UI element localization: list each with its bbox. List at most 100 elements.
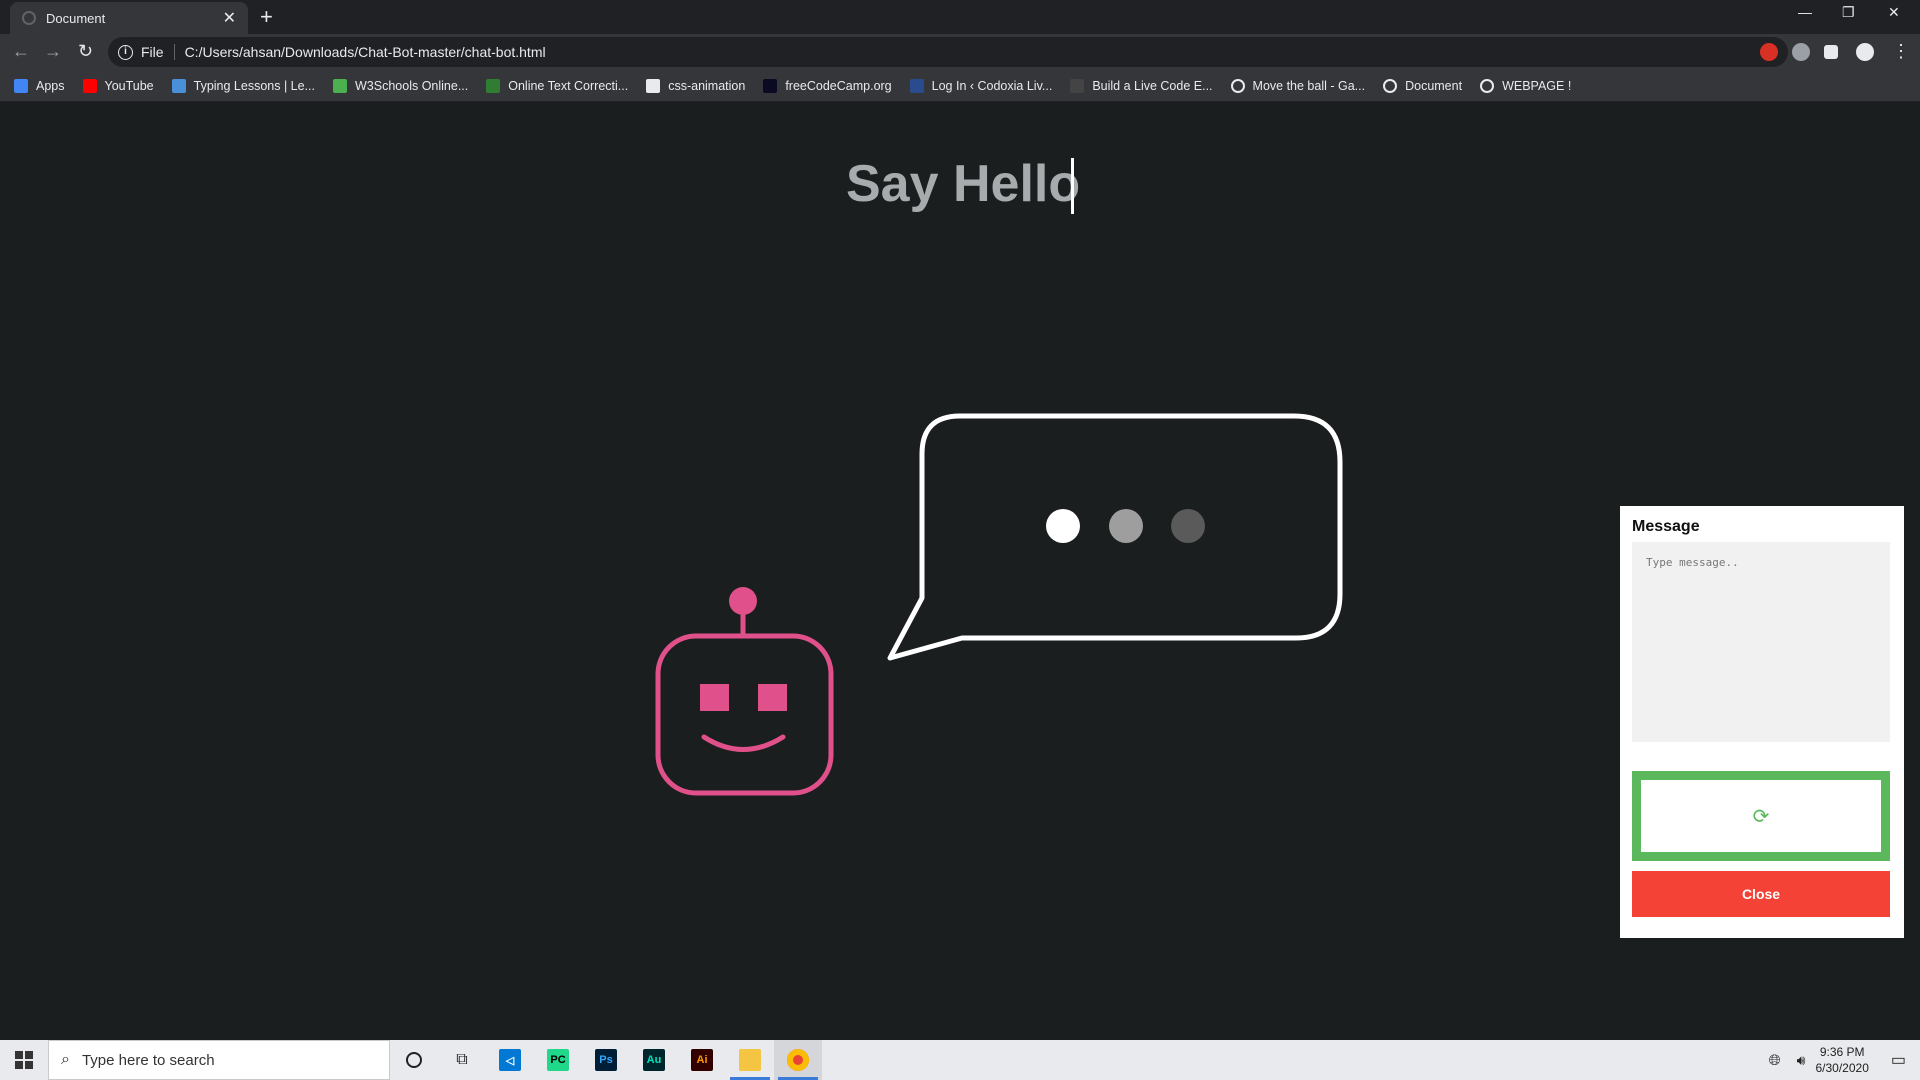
photoshop-icon: Ps [595,1049,617,1071]
chrome-app[interactable] [774,1040,822,1080]
robot-smile [701,734,786,752]
network-icon[interactable]: 🌐︎ [1769,1052,1781,1069]
bookmark-item[interactable]: Online Text Correcti... [486,78,628,93]
bookmark-label: Build a Live Code E... [1092,78,1213,93]
illustrator-app[interactable]: Ai [678,1040,726,1080]
pycharm-app[interactable]: PC [534,1040,582,1080]
illustrator-icon: Ai [691,1049,713,1071]
typing-dot-1 [1046,509,1080,543]
clock[interactable]: 9:36 PM 6/30/2020 [1815,1044,1868,1076]
back-arrow-icon[interactable]: ← [12,42,30,60]
forward-arrow-icon[interactable]: → [44,42,62,60]
window-close-icon[interactable]: ✕ [1888,4,1900,21]
close-tab-icon[interactable]: ✕ [223,8,236,28]
scheme-label: File [141,44,175,60]
clock-date: 6/30/2020 [1815,1061,1869,1075]
search-icon: ⌕ [61,1051,70,1068]
start-button[interactable] [0,1040,48,1080]
bookmark-item[interactable]: Document [1383,78,1463,93]
robot-right-eye [758,684,787,711]
reload-icon[interactable]: ↻ [78,42,93,60]
folder-icon [739,1049,761,1071]
bookmarks-bar: Apps YouTube Typing Lessons | Le... W3Schoo… [0,70,1920,102]
file-explorer-app[interactable] [726,1040,774,1080]
globe-icon [1383,78,1398,93]
bookmark-label: Move the ball - Ga... [1252,78,1366,93]
vscode-app[interactable]: ◁ [486,1040,534,1080]
bookmark-item[interactable]: Typing Lessons | Le... [171,78,315,93]
globe-icon [1230,78,1245,93]
bookmark-label: Typing Lessons | Le... [193,78,315,93]
refresh-icon: ⟳ [1752,805,1770,828]
vscode-icon: ◁ [499,1049,521,1071]
send-button[interactable]: ⟳ [1632,771,1890,861]
extension-adblock-icon[interactable] [1760,43,1778,61]
bookmark-item[interactable]: Build a Live Code E... [1070,78,1213,93]
chat-title: Message [1632,518,1700,535]
url-text[interactable]: C:/Users/ahsan/Downloads/Chat-Bot-master… [185,44,546,60]
freecodecamp-icon [763,78,778,93]
pycharm-icon: PC [547,1049,569,1071]
code-icon [1070,78,1085,93]
volume-icon[interactable]: 🔊︎ [1797,1052,1806,1069]
audition-app[interactable]: Au [630,1040,678,1080]
bookmark-item[interactable]: Log In ‹ Codoxia Liv... [909,78,1052,93]
browser-toolbar: ← → ↻ i File C:/Users/ahsan/Downloads/Ch… [0,34,1920,70]
bookmark-item[interactable]: css-animation [646,78,746,93]
chatbot-illustration [655,413,1343,796]
notification-icon[interactable]: ▭ [1891,1050,1906,1070]
cortana-icon [406,1052,422,1068]
robot-icon [655,587,834,796]
bookmark-item[interactable]: W3Schools Online... [333,78,469,93]
robot-left-eye [700,684,729,711]
bookmark-item[interactable]: Move the ball - Ga... [1230,78,1366,93]
bookmark-item[interactable]: WEBPAGE ! [1480,78,1572,93]
close-button[interactable]: Close [1632,871,1890,917]
task-view-button[interactable]: ⧉ [438,1040,486,1080]
globe-icon [1480,78,1495,93]
robot-head [655,633,834,796]
css-animation-icon [646,78,661,93]
system-tray: 🌐︎ 🔊︎ 9:36 PM 6/30/2020 ▭ [1769,1040,1920,1080]
bookmark-item[interactable]: Apps [14,78,65,93]
bookmark-label: css-animation [668,78,746,93]
restore-icon[interactable]: ❐ [1842,4,1855,21]
new-tab-button[interactable]: + [260,4,273,30]
bookmark-item[interactable]: YouTube [82,78,154,93]
extensions-puzzle-icon[interactable] [1824,45,1838,59]
address-bar[interactable]: i File C:/Users/ahsan/Downloads/Chat-Bot… [108,37,1788,67]
windows-logo-icon [15,1051,33,1069]
bookmark-label: Apps [36,78,65,93]
photoshop-app[interactable]: Ps [582,1040,630,1080]
info-icon[interactable]: i [118,44,133,60]
bookmark-label: freeCodeCamp.org [785,78,892,93]
taskbar-search-placeholder: Type here to search [81,1051,215,1069]
cortana-button[interactable] [390,1040,438,1080]
menu-kebab-icon[interactable]: ⋮ [1892,42,1910,60]
message-input[interactable] [1632,542,1890,742]
globe-icon [22,11,36,25]
taskbar-search[interactable]: ⌕ Type here to search [48,1040,390,1080]
browser-tab[interactable]: Document ✕ [10,2,248,34]
apps-grid-icon [14,78,28,93]
browser-tab-strip: Document ✕ + — ❐ ✕ [0,0,1920,34]
typing-dot-3 [1171,509,1205,543]
bookmark-label: Document [1405,78,1463,93]
robot-antenna-tip [729,587,757,615]
typing-icon [171,78,186,93]
bookmark-label: YouTube [104,78,154,93]
extension-cloud-icon[interactable] [1792,43,1810,61]
bookmark-label: W3Schools Online... [355,78,469,93]
check-icon [486,78,501,93]
codoxia-icon [909,78,924,93]
profile-avatar-icon[interactable] [1856,43,1874,61]
chrome-icon [787,1049,809,1071]
w3schools-icon [333,78,347,93]
chat-popup: Message ⟳ Close [1620,506,1904,938]
windows-taskbar: ⌕ Type here to search ⧉ ◁ PC Ps Au Ai 🌐︎… [0,1040,1920,1080]
bookmark-label: WEBPAGE ! [1502,78,1572,93]
task-view-icon: ⧉ [456,1051,468,1068]
minimize-icon[interactable]: — [1798,4,1812,20]
tab-title: Document [46,10,106,26]
bookmark-item[interactable]: freeCodeCamp.org [763,78,892,93]
